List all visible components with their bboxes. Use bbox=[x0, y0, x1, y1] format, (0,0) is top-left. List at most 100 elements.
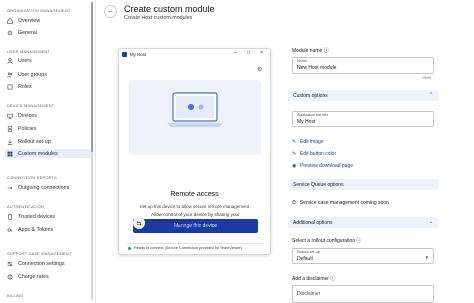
sidebar-item-label: Rollout set-up bbox=[18, 138, 51, 145]
page-subtitle: Create Host custom modules bbox=[124, 15, 193, 21]
chevron-up-icon: ⌃ bbox=[428, 92, 433, 98]
eye-icon: ◉ bbox=[292, 163, 297, 169]
rollout-select[interactable]: Rollout set-up Default ▾ bbox=[292, 248, 434, 264]
token-icon bbox=[7, 227, 13, 233]
module-icon bbox=[7, 151, 13, 157]
sidebar-item-label: Connection settings bbox=[18, 260, 65, 267]
share-text: Allow control of your device by sharing … bbox=[151, 212, 240, 229]
remote-access-title: Remote access bbox=[170, 191, 219, 198]
sidebar-item-label: Outgoing connections bbox=[18, 184, 70, 191]
preview-gear-icon: ⚙ bbox=[257, 67, 263, 73]
sidebar-item-trusted-devices[interactable]: Trusted devices bbox=[5, 212, 91, 221]
sidebar-item-label: Trusted devices bbox=[18, 213, 56, 220]
home-icon bbox=[7, 17, 13, 24]
preview-titlebar: My Host – □ × bbox=[119, 49, 270, 60]
app-bar-title-input[interactable]: Application bar title My Host bbox=[292, 111, 434, 127]
user-icon bbox=[7, 57, 13, 64]
sidebar-item-users[interactable]: Users bbox=[5, 56, 91, 65]
sidebar-item-label: General bbox=[18, 29, 37, 36]
app-bar-title-value: My Host bbox=[297, 119, 316, 125]
disclaimer-textarea[interactable]: Disclaimer bbox=[292, 285, 434, 303]
custom-options-header[interactable]: Custom options ⌃ bbox=[288, 90, 438, 101]
disclaimer-placeholder: Disclaimer bbox=[297, 291, 321, 297]
sidebar-item-general[interactable]: General bbox=[5, 28, 91, 37]
edit-image-label: Edit image bbox=[300, 139, 324, 145]
sidebar-scrollbar[interactable] bbox=[91, 2, 93, 300]
preview-window-title: My Host bbox=[130, 52, 147, 57]
sidebar-item-devices[interactable]: Devices bbox=[5, 111, 91, 120]
sidebar-item-rollout[interactable]: Rollout set-up bbox=[5, 137, 91, 146]
info-icon: ⓘ bbox=[323, 48, 329, 54]
sidebar-section-title: CONNECTION REPORTS bbox=[7, 175, 57, 180]
page-title: Create custom module bbox=[124, 4, 215, 14]
remote-access-illustration bbox=[129, 80, 261, 155]
sidebar-item-label: Charge rates bbox=[18, 273, 49, 280]
settings-icon bbox=[7, 261, 13, 267]
edit-image-link[interactable]: ✎ Edit image bbox=[292, 139, 324, 145]
sidebar-item-charge-rates[interactable]: Charge rates bbox=[5, 272, 91, 281]
charge-icon bbox=[7, 274, 13, 280]
remote-access-subtitle: Set up this device to allow secure remot… bbox=[139, 204, 250, 209]
sidebar-section-title: SUPPORT CASE MANAGEMENT bbox=[7, 251, 72, 256]
disclaimer-label: Add a disclaimer ⓘ bbox=[292, 276, 336, 282]
edit-button-color-link[interactable]: ✎ Edit button color bbox=[292, 151, 336, 157]
info-icon: ⓘ bbox=[330, 276, 336, 282]
trusted-device-icon bbox=[7, 213, 13, 220]
minimize-icon: – bbox=[234, 50, 237, 56]
char-counter: 15/50 bbox=[422, 76, 432, 80]
close-icon: × bbox=[260, 50, 263, 56]
service-case-text: Service case management coming soon bbox=[299, 200, 389, 206]
service-queue-header[interactable]: Service Queue options bbox=[288, 179, 438, 190]
app-bar-title-field-label: Application bar title bbox=[297, 113, 329, 117]
sidebar-item-policies[interactable]: Policies bbox=[5, 124, 91, 133]
users-icon bbox=[7, 72, 13, 78]
sidebar: ORGANIZATION MANAGEMENT Overview General… bbox=[0, 0, 96, 303]
additional-options-label: Additional options bbox=[293, 219, 333, 226]
info-icon: ⓘ bbox=[356, 238, 362, 244]
sidebar-item-label: Custom modules bbox=[18, 150, 58, 157]
additional-options-header[interactable]: Additional options ⌄ bbox=[288, 217, 438, 228]
role-icon bbox=[7, 84, 13, 90]
sidebar-item-apps-tokens[interactable]: Apps & Tokens bbox=[5, 225, 91, 234]
pencil-icon: ✎ bbox=[292, 139, 297, 145]
preview-download-label: Preview download page bbox=[300, 163, 354, 169]
sidebar-item-label: Users bbox=[18, 57, 32, 64]
sidebar-item-user-groups[interactable]: User groups bbox=[5, 70, 91, 79]
scrollbar-thumb[interactable] bbox=[91, 2, 93, 152]
rollout-field-label: Rollout set-up bbox=[297, 250, 320, 254]
chevron-down-icon: ▾ bbox=[425, 255, 428, 261]
sidebar-item-label: User groups bbox=[18, 71, 47, 78]
sidebar-item-label: Policies bbox=[18, 125, 37, 132]
sidebar-section-title: USER MANAGEMENT bbox=[7, 49, 51, 54]
status-dot-icon bbox=[128, 246, 131, 250]
pencil-icon: ✎ bbox=[292, 151, 297, 157]
edit-button-color-label: Edit button color bbox=[300, 151, 337, 157]
module-name-label: Module name ⓘ bbox=[292, 48, 329, 54]
service-case-note: ⏱ Service case management coming soon bbox=[292, 200, 389, 206]
clock-icon: ⏱ bbox=[292, 200, 296, 206]
chevron-down-icon: ⌄ bbox=[428, 219, 433, 225]
rollout-value: Default bbox=[297, 256, 313, 262]
module-name-input[interactable]: Name New Host module bbox=[292, 57, 434, 74]
module-name-field-label: Name bbox=[297, 59, 307, 63]
preview-download-link[interactable]: ◉ Preview download page bbox=[292, 163, 353, 169]
module-name-value: New Host module bbox=[297, 65, 337, 71]
gear-icon bbox=[7, 30, 13, 36]
sidebar-item-roles[interactable]: Roles bbox=[5, 82, 91, 91]
sidebar-section-title: DEVICE MANAGEMENT bbox=[7, 103, 55, 108]
device-icon bbox=[7, 113, 13, 119]
sidebar-item-label: Apps & Tokens bbox=[18, 226, 54, 233]
sidebar-item-overview[interactable]: Overview bbox=[5, 16, 91, 25]
share-text-line-1: Allow control of your device by sharing … bbox=[151, 212, 240, 217]
ready-status-text: Ready to connect (Secure Connection prov… bbox=[134, 246, 242, 250]
connect-teamviewer-link[interactable]: Connect with TeamViewer ID bbox=[151, 223, 240, 229]
policy-icon bbox=[7, 125, 13, 132]
back-button[interactable]: ← bbox=[104, 5, 117, 18]
sidebar-item-custom-modules[interactable]: Custom modules bbox=[5, 149, 91, 158]
sidebar-item-connection-settings[interactable]: Connection settings bbox=[5, 259, 91, 268]
sidebar-section-title: ORGANIZATION MANAGEMENT bbox=[7, 8, 71, 13]
sidebar-item-label: Devices bbox=[18, 112, 37, 119]
custom-options-label: Custom options bbox=[293, 92, 328, 99]
sidebar-item-label: Overview bbox=[18, 17, 41, 24]
sidebar-item-outgoing-connections[interactable]: Outgoing connections bbox=[5, 183, 91, 192]
